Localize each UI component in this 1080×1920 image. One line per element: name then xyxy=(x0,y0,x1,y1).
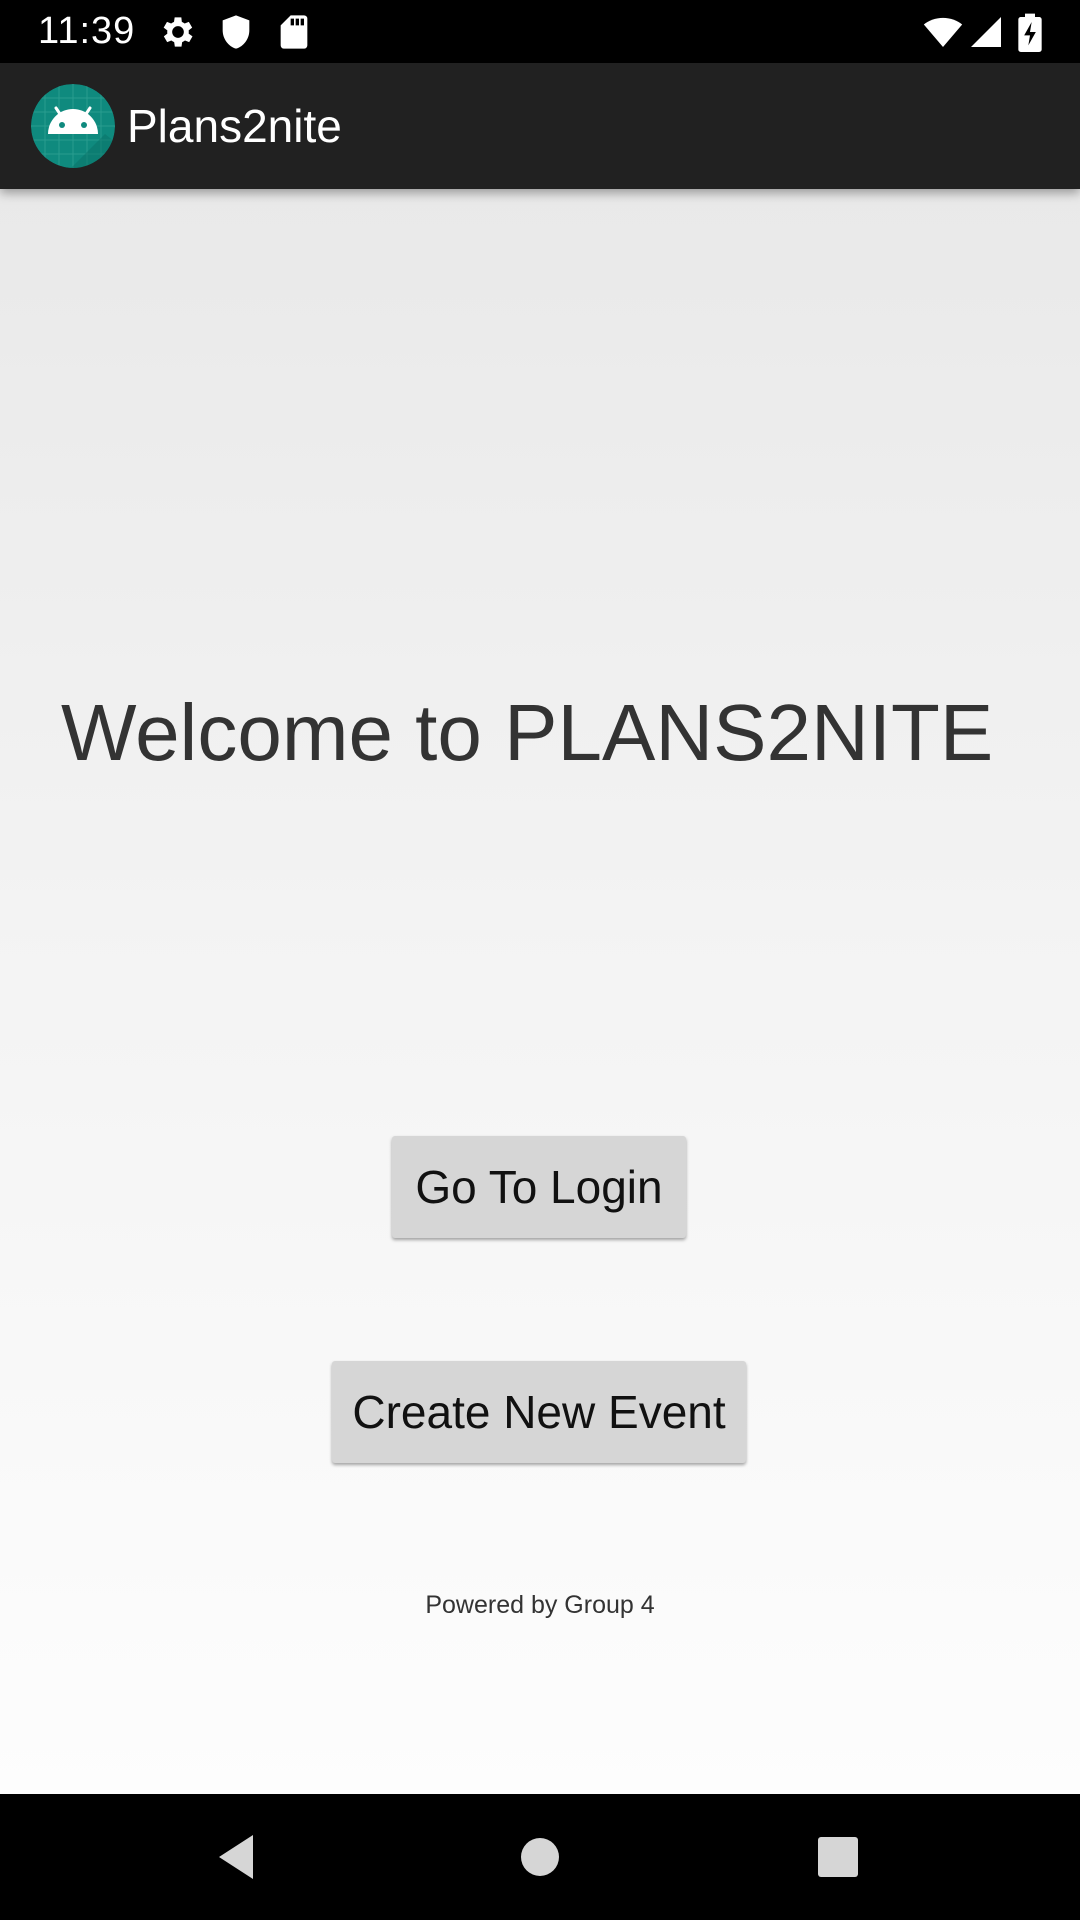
welcome-heading: Welcome to PLANS2NITE xyxy=(61,688,994,777)
status-bar: 11:39 xyxy=(0,0,1080,63)
battery-charging-icon xyxy=(1016,12,1044,52)
create-new-event-button[interactable]: Create New Event xyxy=(332,1361,746,1463)
cell-signal-icon xyxy=(968,12,1004,52)
recents-icon[interactable] xyxy=(808,1827,868,1887)
app-title: Plans2nite xyxy=(127,100,342,152)
status-time: 11:39 xyxy=(38,10,136,52)
footer-credit: Powered by Group 4 xyxy=(425,1591,655,1619)
main-content: Welcome to PLANS2NITE Go To Login Create… xyxy=(0,189,1080,1794)
home-icon[interactable] xyxy=(510,1827,570,1887)
navigation-bar xyxy=(0,1794,1080,1920)
gear-icon xyxy=(158,12,198,52)
sd-card-icon xyxy=(274,12,314,52)
go-to-login-button[interactable]: Go To Login xyxy=(392,1136,686,1238)
wifi-icon xyxy=(922,12,964,52)
android-icon xyxy=(31,84,115,168)
app-bar: Plans2nite xyxy=(0,63,1080,189)
shield-icon xyxy=(216,12,256,52)
back-icon[interactable] xyxy=(209,1827,269,1887)
